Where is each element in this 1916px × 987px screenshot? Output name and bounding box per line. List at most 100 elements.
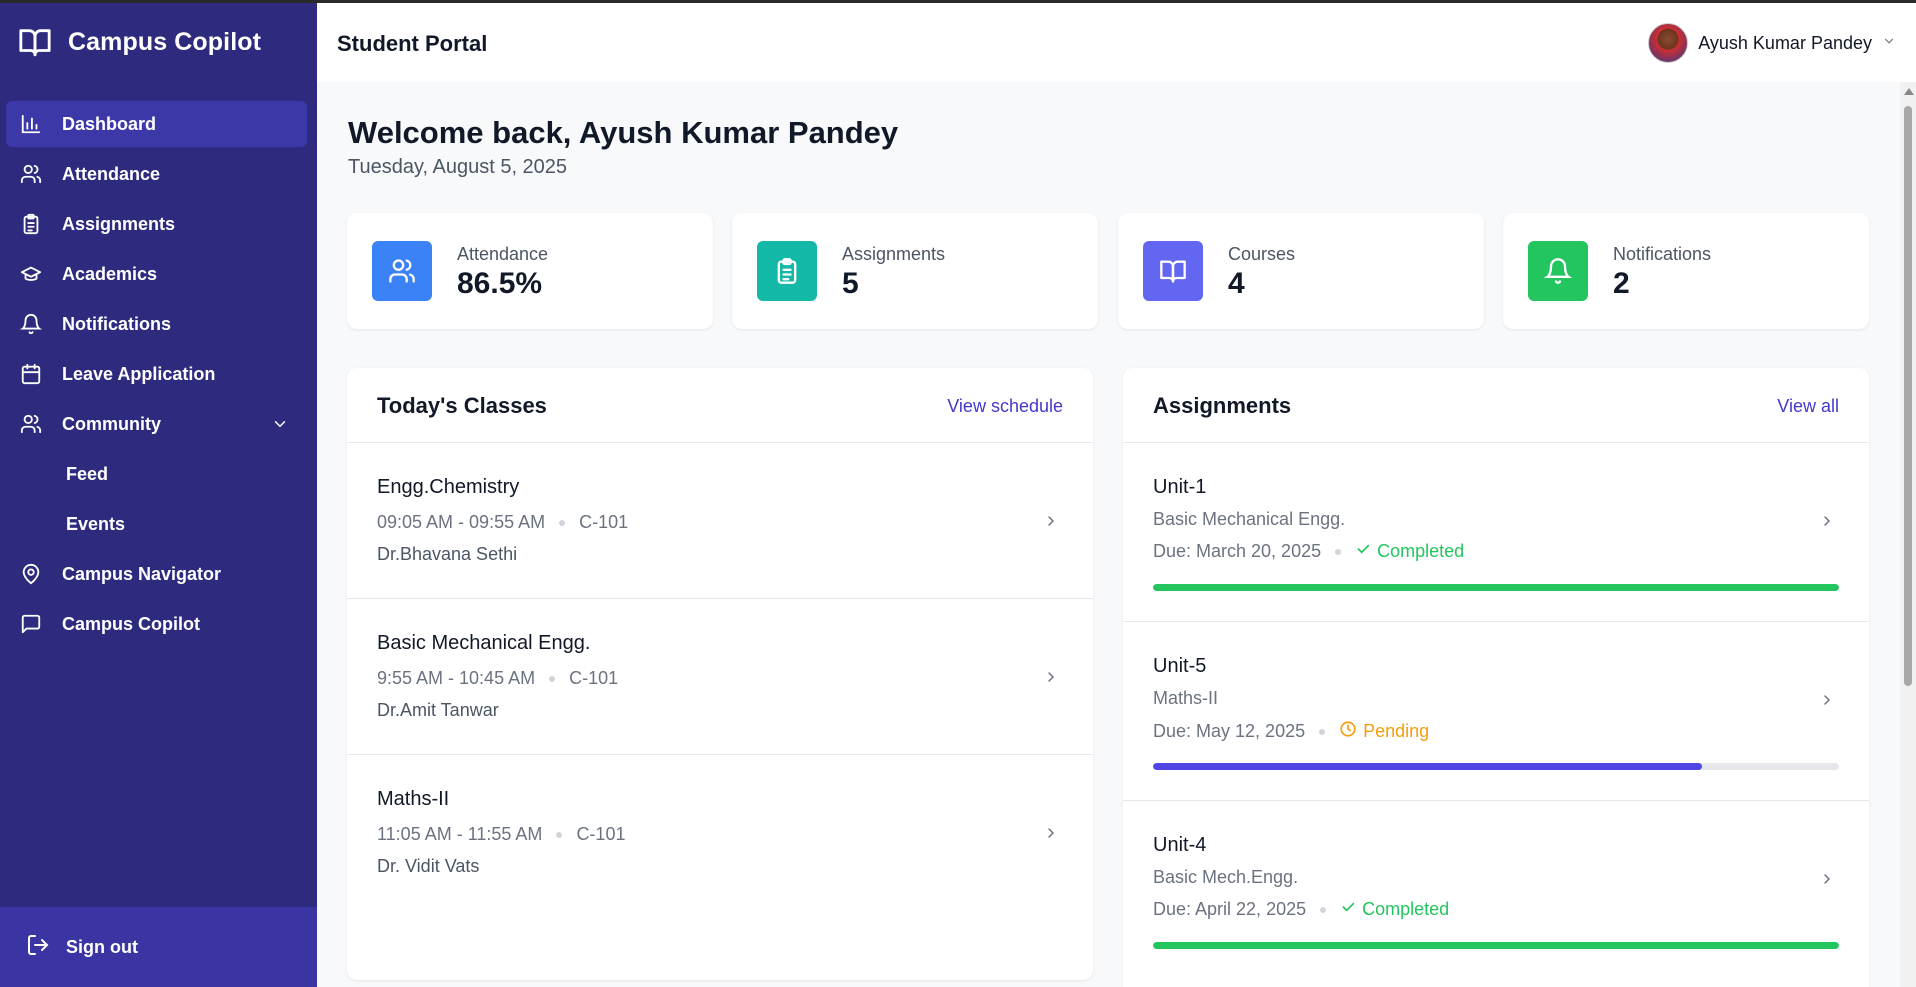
chevron-right-icon [1043, 669, 1059, 685]
stat-label: Assignments [842, 244, 946, 264]
stat-value: 86.5% [457, 267, 543, 300]
separator-dot [559, 519, 566, 526]
stat-card-attendance[interactable]: Attendance 86.5% [347, 213, 713, 329]
chevron-right-icon [1043, 513, 1059, 529]
sidebar-item-dashboard[interactable]: Dashboard [6, 101, 307, 147]
chevron-right-icon [1819, 871, 1835, 887]
progress-fill [1153, 942, 1839, 949]
status-text: Completed [1362, 899, 1450, 919]
stat-card-courses[interactable]: Courses 4 [1118, 213, 1484, 329]
graduation-cap-icon [18, 261, 44, 287]
sidebar-item-label: Notifications [62, 313, 172, 334]
avatar [1648, 23, 1689, 63]
sign-out-label: Sign out [66, 936, 138, 957]
page-title: Student Portal [337, 31, 488, 56]
separator-dot [549, 675, 556, 682]
sidebar-item-community[interactable]: Community [6, 401, 307, 447]
sidebar-subitem-feed[interactable]: Feed [6, 451, 307, 497]
status-badge: Pending [1339, 720, 1429, 743]
class-row[interactable]: Maths-II 11:05 AM - 11:55 AM C-101 Dr. V… [347, 755, 1093, 911]
separator-dot [1335, 548, 1342, 555]
progress-bar [1153, 763, 1839, 770]
sidebar-item-label: Academics [62, 263, 158, 284]
assignment-name: Unit-5 [1153, 655, 1207, 677]
card-header: Today's Classes View schedule [347, 368, 1093, 443]
status-badge: Completed [1355, 541, 1464, 562]
sidebar: Campus Copilot Dashboard Attendance Assi… [0, 0, 317, 987]
window-top-border [0, 0, 1916, 3]
sidebar-item-label: Leave Application [62, 363, 216, 384]
stat-value: 5 [842, 267, 859, 300]
status-text: Pending [1363, 721, 1430, 741]
assignment-due: Due: May 12, 2025 [1153, 721, 1306, 741]
assignment-course: Basic Mech.Engg. [1153, 867, 1299, 887]
sidebar-item-label: Campus Navigator [62, 563, 222, 584]
view-all-link[interactable]: View all [1777, 396, 1839, 417]
log-out-icon [26, 933, 50, 962]
class-name: Basic Mechanical Engg. [377, 632, 591, 654]
top-header: Student Portal Ayush Kumar Pandey [317, 3, 1916, 82]
sidebar-item-attendance[interactable]: Attendance [6, 151, 307, 197]
chevron-down-icon[interactable] [271, 415, 289, 433]
assignment-meta: Due: March 20, 2025 Completed [1153, 541, 1464, 562]
main-content: Welcome back, Ayush Kumar Pandey Tuesday… [347, 82, 1870, 987]
stat-value: 2 [1613, 267, 1630, 300]
stat-label: Notifications [1613, 244, 1712, 264]
stat-label: Courses [1228, 244, 1296, 264]
separator-dot [1320, 906, 1327, 913]
sidebar-nav: Dashboard Attendance Assignments Academi… [6, 101, 307, 651]
assignment-row[interactable]: Unit-5 Maths-II Due: May 12, 2025 Pendin… [1123, 622, 1869, 801]
brand[interactable]: Campus Copilot [16, 24, 261, 60]
class-meta: 9:55 AM - 10:45 AM C-101 [377, 668, 618, 689]
class-teacher: Dr.Amit Tanwar [377, 700, 499, 720]
sidebar-item-academics[interactable]: Academics [6, 251, 307, 297]
stat-card-notifications[interactable]: Notifications 2 [1503, 213, 1869, 329]
assignment-row[interactable]: Unit-4 Basic Mech.Engg. Due: April 22, 2… [1123, 801, 1869, 980]
class-name: Engg.Chemistry [377, 476, 520, 498]
sidebar-item-label: Attendance [62, 163, 161, 184]
vertical-scrollbar[interactable] [1900, 82, 1916, 987]
progress-bar [1153, 584, 1839, 591]
stat-card-assignments[interactable]: Assignments 5 [732, 213, 1098, 329]
stat-label: Attendance [457, 244, 549, 264]
chevron-down-icon [1882, 34, 1896, 53]
chevron-right-icon [1819, 692, 1835, 708]
sidebar-item-campus-copilot[interactable]: Campus Copilot [6, 601, 307, 647]
assignment-course: Maths-II [1153, 688, 1219, 708]
class-teacher: Dr.Bhavana Sethi [377, 544, 518, 564]
sidebar-item-label: Dashboard [62, 113, 157, 134]
separator-dot [1319, 728, 1326, 735]
book-open-icon [16, 24, 54, 60]
sign-out-button[interactable]: Sign out [0, 907, 317, 987]
check-icon [1355, 541, 1371, 562]
todays-classes-card: Today's Classes View schedule Engg.Chemi… [347, 368, 1093, 980]
class-row[interactable]: Engg.Chemistry 09:05 AM - 09:55 AM C-101… [347, 443, 1093, 599]
assignment-row[interactable]: Unit-1 Basic Mechanical Engg. Due: March… [1123, 443, 1869, 622]
clipboard-icon [18, 211, 44, 237]
assignment-due: Due: April 22, 2025 [1153, 899, 1307, 919]
sidebar-item-campus-navigator[interactable]: Campus Navigator [6, 551, 307, 597]
users-icon [372, 241, 432, 301]
bell-icon [18, 311, 44, 337]
sidebar-item-assignments[interactable]: Assignments [6, 201, 307, 247]
card-header: Assignments View all [1123, 368, 1869, 443]
sidebar-item-notifications[interactable]: Notifications [6, 301, 307, 347]
sidebar-subitem-events[interactable]: Events [6, 501, 307, 547]
calendar-icon [18, 361, 44, 387]
class-room: C-101 [569, 668, 619, 688]
status-text: Completed [1377, 541, 1465, 561]
progress-bar [1153, 942, 1839, 949]
sidebar-item-leave-application[interactable]: Leave Application [6, 351, 307, 397]
scroll-thumb[interactable] [1904, 106, 1912, 686]
status-badge: Completed [1340, 899, 1449, 920]
class-teacher: Dr. Vidit Vats [377, 856, 480, 876]
view-schedule-link[interactable]: View schedule [947, 396, 1063, 417]
app-name: Campus Copilot [68, 27, 262, 56]
bar-chart-icon [18, 111, 44, 137]
user-menu[interactable]: Ayush Kumar Pandey [1648, 23, 1896, 63]
card-title: Today's Classes [377, 393, 547, 418]
current-date: Tuesday, August 5, 2025 [348, 156, 568, 178]
scroll-up-arrow-icon[interactable] [1904, 88, 1914, 95]
class-row[interactable]: Basic Mechanical Engg. 9:55 AM - 10:45 A… [347, 599, 1093, 755]
assignments-card: Assignments View all Unit-1 Basic Mechan… [1123, 368, 1869, 987]
